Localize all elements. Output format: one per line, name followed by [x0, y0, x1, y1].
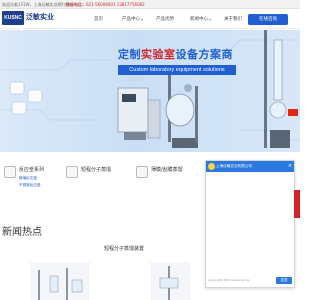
banner-title: 定制实验室设备方案商	[118, 48, 233, 62]
banner-title-suffix: 设备方案商	[175, 48, 233, 61]
china-flag-icon[interactable]	[288, 109, 298, 116]
category-subitem[interactable]: 不锈钢反应釜	[19, 183, 41, 188]
logo-name[interactable]: 泛敏实业	[26, 12, 54, 22]
hotline-text: 热线电话：021-56008001 13817756062	[66, 2, 145, 7]
chat-title: 上海泛敏实业有限公司	[216, 164, 252, 168]
banner-subtitle: Custom laboratory equipment solutions	[118, 65, 236, 75]
news-headline[interactable]: 短程分子蒸馏装置	[104, 246, 144, 253]
consult-button[interactable]: 在线咨询	[248, 14, 288, 25]
banner-title-prefix: 定制	[118, 48, 141, 61]
film-evaporator-icon[interactable]	[136, 166, 148, 178]
news-image-left[interactable]	[30, 262, 90, 300]
reactor-icon[interactable]	[4, 166, 16, 178]
nav-products[interactable]: 产品中心	[122, 15, 140, 25]
category-subitem[interactable]: 玻璃反应釜	[19, 176, 37, 181]
category-label[interactable]: 薄膜/刮膜蒸馏	[151, 167, 183, 174]
banner-title-highlight: 实验室	[141, 48, 176, 61]
category-label[interactable]: 反应釜系列	[19, 167, 44, 174]
send-button[interactable]: 发送	[276, 277, 292, 284]
news-section-title: 新闻热点	[2, 227, 42, 238]
nav-advantage[interactable]: 产品优势	[156, 15, 174, 25]
close-icon[interactable]: ×	[288, 161, 292, 172]
chat-widget[interactable]	[205, 160, 295, 288]
chat-footer: Copyright 2024 powered by	[208, 278, 250, 282]
news-image-right[interactable]	[150, 262, 190, 300]
nav-home[interactable]: 首页	[94, 15, 103, 25]
logo-mark[interactable]: KUSNC	[2, 11, 24, 25]
avatar	[208, 163, 215, 170]
chevron-down-icon: ▾	[209, 17, 212, 22]
side-service-tab[interactable]	[294, 190, 300, 218]
distillation-icon[interactable]	[66, 166, 78, 178]
category-label[interactable]: 短程分子蒸馏	[81, 167, 111, 174]
nav-news[interactable]: 新闻中心	[190, 15, 208, 25]
nav-about[interactable]: 关于我们	[224, 15, 242, 25]
chevron-down-icon: ▾	[141, 17, 144, 22]
